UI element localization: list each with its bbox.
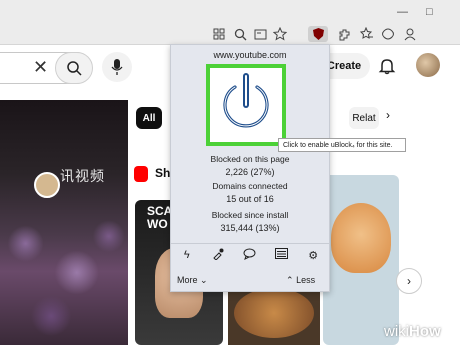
extensions-puzzle-icon[interactable] [336, 26, 352, 42]
less-button[interactable]: ⌃ Less [286, 275, 315, 286]
settings-gears-icon[interactable]: ⚙ [304, 249, 322, 262]
search-button[interactable] [55, 52, 93, 84]
blocked-on-page-label: Blocked on this page [210, 154, 290, 164]
logger-list-icon[interactable] [273, 248, 291, 262]
clear-search-icon[interactable]: ✕ [33, 57, 48, 78]
power-button[interactable] [206, 64, 286, 146]
chip-related[interactable]: Relat [349, 107, 379, 129]
voice-search-button[interactable] [102, 52, 132, 82]
lightning-icon[interactable]: ϟ [178, 249, 196, 261]
popup-footer: More ⌄ ⌃ Less [171, 269, 329, 289]
popup-hostname: www.youtube.com [213, 50, 287, 60]
copilot-icon[interactable] [380, 26, 396, 42]
thumbnail-kitten [331, 203, 391, 273]
zoom-icon[interactable] [232, 26, 248, 42]
domains-connected-label: Domains connected [212, 181, 288, 191]
thumbnail-title: SCA WO [147, 204, 173, 231]
hero-overlay-text: 讯视频 [60, 168, 105, 184]
blocked-on-page-value: 2,226 (27%) [225, 167, 275, 177]
grid-icon[interactable] [211, 26, 227, 42]
domains-connected-value: 15 out of 16 [226, 194, 274, 204]
hero-blossoms [0, 200, 128, 345]
short-thumbnail-3[interactable] [323, 175, 399, 345]
chat-bubble-icon[interactable] [241, 248, 259, 263]
reading-view-icon[interactable] [252, 26, 268, 42]
ublock-shield-icon[interactable] [308, 26, 328, 42]
maximize-button[interactable]: □ [426, 6, 433, 18]
wikihow-watermark: wikiHow [384, 323, 441, 340]
chevron-up-icon: ⌃ [286, 275, 294, 285]
avatar[interactable] [416, 53, 440, 77]
search-icon [67, 61, 82, 76]
chip-all[interactable]: All [136, 107, 162, 129]
profile-icon[interactable] [402, 26, 418, 42]
notifications-bell-icon[interactable] [378, 57, 398, 77]
favorites-icon[interactable] [359, 26, 375, 42]
blocked-since-install-value: 315,444 (13%) [220, 223, 280, 233]
thumbnail-food [234, 288, 314, 338]
microphone-icon [111, 59, 123, 75]
blocked-since-install-label: Blocked since install [211, 210, 289, 220]
minimize-button[interactable]: — [397, 6, 408, 18]
power-icon [223, 73, 269, 128]
popup-toolbar: ϟ ⚙ [171, 243, 329, 266]
shorts-heading: Sh [155, 166, 171, 180]
channel-avatar[interactable] [34, 172, 60, 198]
browser-toolbar: — □ [0, 0, 460, 45]
more-button[interactable]: More ⌄ [177, 275, 208, 286]
shorts-logo-icon [134, 166, 148, 182]
ublock-popup: www.youtube.com Blocked on this page 2,2… [170, 44, 330, 292]
eyedropper-icon[interactable] [209, 248, 227, 263]
shorts-next-button[interactable]: › [396, 268, 422, 294]
chevron-down-icon: ⌄ [200, 275, 208, 285]
chevron-right-icon[interactable]: › [386, 108, 390, 122]
favorite-star-icon[interactable] [272, 26, 288, 42]
power-tooltip: Click to enable uBlock₄ for this site. [278, 138, 406, 152]
